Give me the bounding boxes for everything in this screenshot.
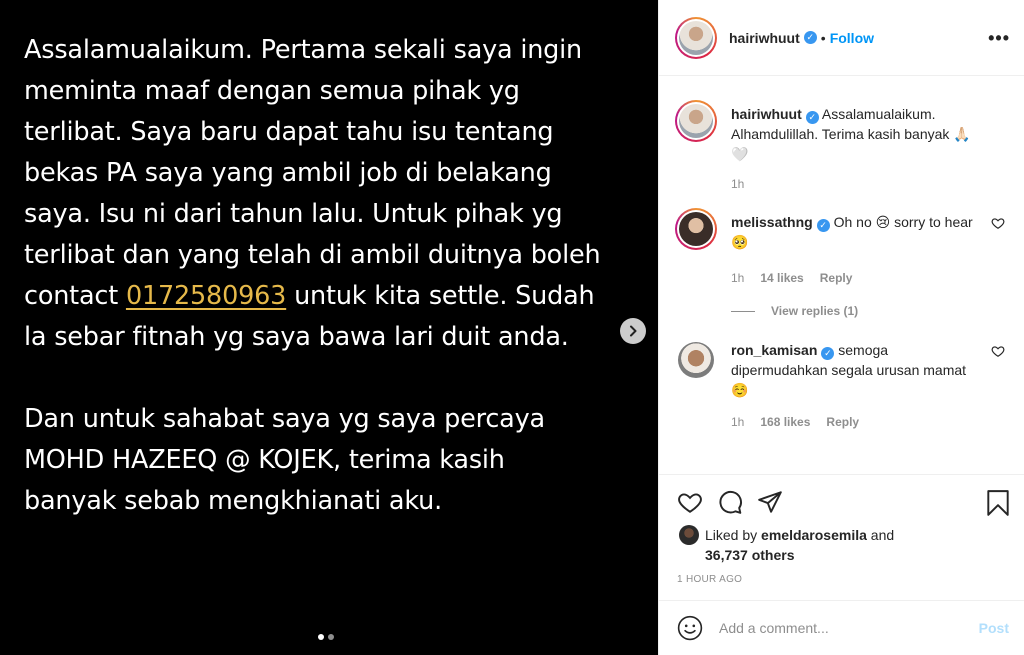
reply-button[interactable]: Reply (820, 268, 853, 288)
follow-button[interactable]: Follow (830, 30, 874, 46)
reply-button[interactable]: Reply (826, 412, 859, 432)
post-actions: Liked by emeldarosemila and 36,737 other… (659, 474, 1024, 585)
post-comment-button[interactable]: Post (979, 620, 1009, 636)
bookmark-icon[interactable] (985, 489, 1011, 517)
carousel-dot (328, 634, 334, 640)
caption-meta: 1h (731, 174, 981, 194)
comment-item: melissathng ✓ Oh no 😢 sorry to hear 🥺 1h … (659, 208, 1024, 288)
view-replies-label: View replies (1) (771, 304, 859, 318)
comment-time[interactable]: 1h (731, 412, 744, 432)
comment-item: ron_kamisan ✓ semoga dipermudahkan segala… (659, 340, 1024, 432)
post-text-line: saya. Isu ni dari tahun lalu. Untuk piha… (24, 199, 563, 229)
post-side-panel: hairiwhuut ✓ • Follow ••• hairiwhuut ✓ As… (658, 0, 1024, 655)
chevron-right-icon (630, 325, 637, 337)
post-text-line: banyak sebab mengkhianati aku. (24, 486, 443, 516)
comment-likes[interactable]: 14 likes (760, 268, 803, 288)
next-slide-button[interactable] (620, 318, 646, 344)
carousel-dots (318, 634, 334, 640)
caption-time[interactable]: 1h (731, 174, 744, 194)
post-text-line: Dan untuk sahabat saya yg saya percaya (24, 404, 545, 434)
post-text-line: contact 0172580963 untuk kita settle. Su… (24, 276, 644, 317)
post-text-line: la sebar fitnah yg saya bawa lari duit a… (24, 322, 569, 352)
author-username[interactable]: hairiwhuut (729, 30, 800, 46)
action-icons (659, 475, 1024, 515)
replies-divider (731, 310, 755, 312)
emoji-icon[interactable] (677, 615, 703, 641)
liker-avatar[interactable] (679, 525, 699, 545)
comment-likes[interactable]: 168 likes (760, 412, 810, 432)
contact-prefix: contact (24, 281, 126, 311)
post-image[interactable]: Assalamualaikum. Pertama sekali saya ing… (0, 0, 658, 655)
more-options-icon[interactable]: ••• (988, 28, 1010, 49)
comment-meta: 1h 14 likes Reply (731, 268, 981, 288)
comment-bubble-icon[interactable] (717, 489, 743, 515)
post-text-line: bekas PA saya yang ambil job di belakang (24, 158, 552, 188)
post-text-line: meminta maaf dengan semua pihak yg (24, 76, 520, 106)
like-comment-heart-icon[interactable] (991, 216, 1005, 230)
view-replies-button[interactable]: View replies (1) (659, 304, 1024, 318)
post-text-line: MOHD HAZEEQ @ KOJEK, terima kasih (24, 445, 505, 475)
post-timestamp[interactable]: 1 HOUR AGO (677, 574, 742, 585)
comment-input[interactable] (719, 620, 959, 636)
separator-dot: • (820, 29, 826, 46)
contact-suffix: untuk kita settle. Sudah (286, 281, 595, 311)
verified-badge-icon: ✓ (821, 347, 835, 360)
like-heart-icon[interactable] (677, 489, 703, 515)
post-image-text: Assalamualaikum. Pertama sekali saya ing… (24, 30, 644, 522)
caption-username[interactable]: hairiwhuut (731, 106, 802, 122)
verified-badge-icon: ✓ (805, 111, 819, 124)
comment-meta: 1h 168 likes Reply (731, 412, 981, 432)
verified-badge-icon: ✓ (803, 31, 817, 44)
comment-time[interactable]: 1h (731, 268, 744, 288)
add-comment-bar: Post (659, 600, 1024, 655)
commenter-username[interactable]: ron_kamisan (731, 342, 817, 358)
post-header: hairiwhuut ✓ • Follow ••• (659, 0, 1024, 76)
liked-by: Liked by emeldarosemila and 36,737 other… (679, 525, 894, 565)
post-text-line: terlibat dan yang telah di ambil duitnya… (24, 240, 601, 270)
caption: hairiwhuut ✓ Assalamualaikum. Alhamdulill… (659, 88, 1024, 194)
caption-avatar[interactable] (675, 100, 717, 142)
phone-number: 0172580963 (125, 281, 287, 311)
post-text-line: terlibat. Saya baru dapat tahu isu tenta… (24, 117, 554, 147)
liked-by-prefix: Liked by (705, 527, 762, 543)
commenter-username[interactable]: melissathng (731, 214, 813, 230)
verified-badge-icon: ✓ (816, 219, 830, 232)
commenter-avatar[interactable] (675, 208, 717, 250)
liked-by-user[interactable]: emeldarosemila (761, 527, 867, 543)
commenter-avatar[interactable] (678, 342, 714, 378)
liked-by-and: and (866, 527, 895, 543)
share-send-icon[interactable] (757, 489, 783, 515)
likes-count[interactable]: 36,737 others (705, 547, 795, 563)
comments-list: hairiwhuut ✓ Assalamualaikum. Alhamdulill… (659, 88, 1024, 432)
author-avatar[interactable] (675, 16, 717, 59)
like-comment-heart-icon[interactable] (991, 344, 1005, 358)
post-text-line: Assalamualaikum. Pertama sekali saya ing… (24, 35, 583, 65)
carousel-dot-active (318, 634, 324, 640)
